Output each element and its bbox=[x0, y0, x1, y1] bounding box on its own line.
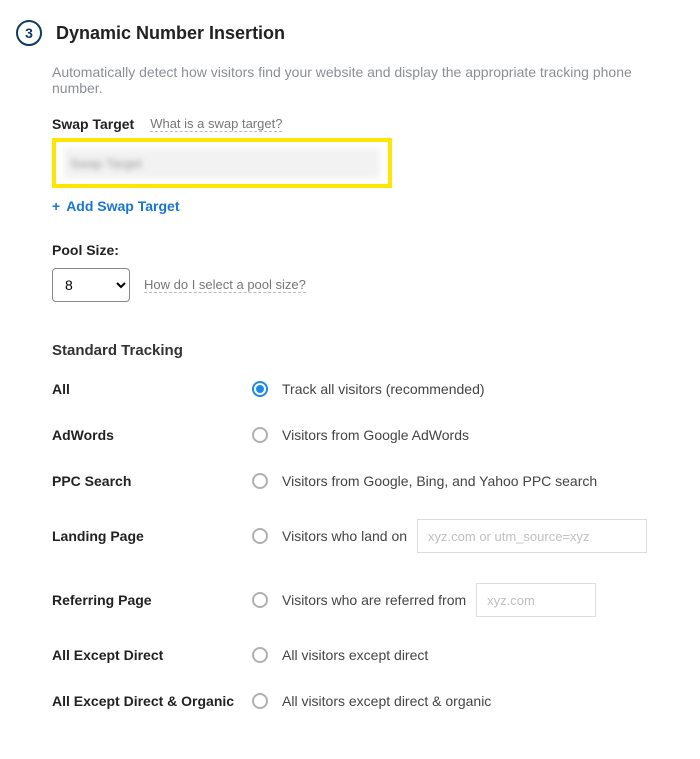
tracking-option-label: All Except Direct & Organic bbox=[52, 693, 252, 709]
swap-target-input-highlight bbox=[52, 138, 392, 188]
standard-tracking-heading: Standard Tracking bbox=[52, 342, 684, 359]
tracking-option-desc-text: Track all visitors (recommended) bbox=[282, 381, 485, 397]
tracking-option-row: All Except Direct & Organic All visitors … bbox=[52, 693, 684, 709]
tracking-option-row: Referring Page Visitors who are referred … bbox=[52, 583, 684, 617]
tracking-option-row: Landing Page Visitors who land on bbox=[52, 519, 684, 553]
tracking-radio[interactable] bbox=[252, 427, 268, 443]
tracking-option-desc-text: Visitors who land on bbox=[282, 528, 407, 544]
tracking-option-label: Landing Page bbox=[52, 528, 252, 544]
swap-target-help-link[interactable]: What is a swap target? bbox=[150, 116, 282, 132]
pool-size-select[interactable]: 8 bbox=[52, 268, 130, 302]
section-description: Automatically detect how visitors find y… bbox=[52, 64, 684, 96]
tracking-option-label: All bbox=[52, 381, 252, 397]
tracking-option-label: AdWords bbox=[52, 427, 252, 443]
pool-size-label: Pool Size: bbox=[52, 242, 684, 258]
add-swap-target-button[interactable]: + Add Swap Target bbox=[52, 198, 180, 214]
tracking-option-description: Visitors from Google, Bing, and Yahoo PP… bbox=[282, 473, 597, 489]
section-title: Dynamic Number Insertion bbox=[56, 23, 285, 44]
tracking-option-desc-text: Visitors who are referred from bbox=[282, 592, 466, 608]
tracking-option-url-input[interactable] bbox=[417, 519, 647, 553]
tracking-option-description: Visitors who are referred from bbox=[282, 583, 596, 617]
tracking-radio[interactable] bbox=[252, 528, 268, 544]
tracking-radio[interactable] bbox=[252, 592, 268, 608]
tracking-radio[interactable] bbox=[252, 381, 268, 397]
tracking-option-desc-text: Visitors from Google AdWords bbox=[282, 427, 469, 443]
tracking-option-description: Visitors from Google AdWords bbox=[282, 427, 469, 443]
add-swap-target-label: Add Swap Target bbox=[66, 198, 179, 214]
tracking-radio[interactable] bbox=[252, 647, 268, 663]
pool-size-help-link[interactable]: How do I select a pool size? bbox=[144, 277, 306, 293]
tracking-option-row: All Except Direct All visitors except dir… bbox=[52, 647, 684, 663]
swap-target-label: Swap Target bbox=[52, 116, 134, 132]
tracking-option-description: All visitors except direct & organic bbox=[282, 693, 491, 709]
tracking-option-desc-text: All visitors except direct & organic bbox=[282, 693, 491, 709]
tracking-radio[interactable] bbox=[252, 473, 268, 489]
tracking-option-row: All Track all visitors (recommended) bbox=[52, 381, 684, 397]
tracking-option-label: All Except Direct bbox=[52, 647, 252, 663]
tracking-option-url-input[interactable] bbox=[476, 583, 596, 617]
tracking-option-row: PPC Search Visitors from Google, Bing, an… bbox=[52, 473, 684, 489]
tracking-option-label: Referring Page bbox=[52, 592, 252, 608]
tracking-option-desc-text: All visitors except direct bbox=[282, 647, 428, 663]
tracking-option-description: Track all visitors (recommended) bbox=[282, 381, 485, 397]
step-number-badge: 3 bbox=[16, 20, 42, 46]
tracking-option-description: All visitors except direct bbox=[282, 647, 428, 663]
tracking-option-description: Visitors who land on bbox=[282, 519, 647, 553]
tracking-option-desc-text: Visitors from Google, Bing, and Yahoo PP… bbox=[282, 473, 597, 489]
tracking-option-label: PPC Search bbox=[52, 473, 252, 489]
plus-icon: + bbox=[52, 198, 60, 214]
swap-target-input[interactable] bbox=[64, 148, 380, 178]
tracking-radio[interactable] bbox=[252, 693, 268, 709]
tracking-option-row: AdWords Visitors from Google AdWords bbox=[52, 427, 684, 443]
